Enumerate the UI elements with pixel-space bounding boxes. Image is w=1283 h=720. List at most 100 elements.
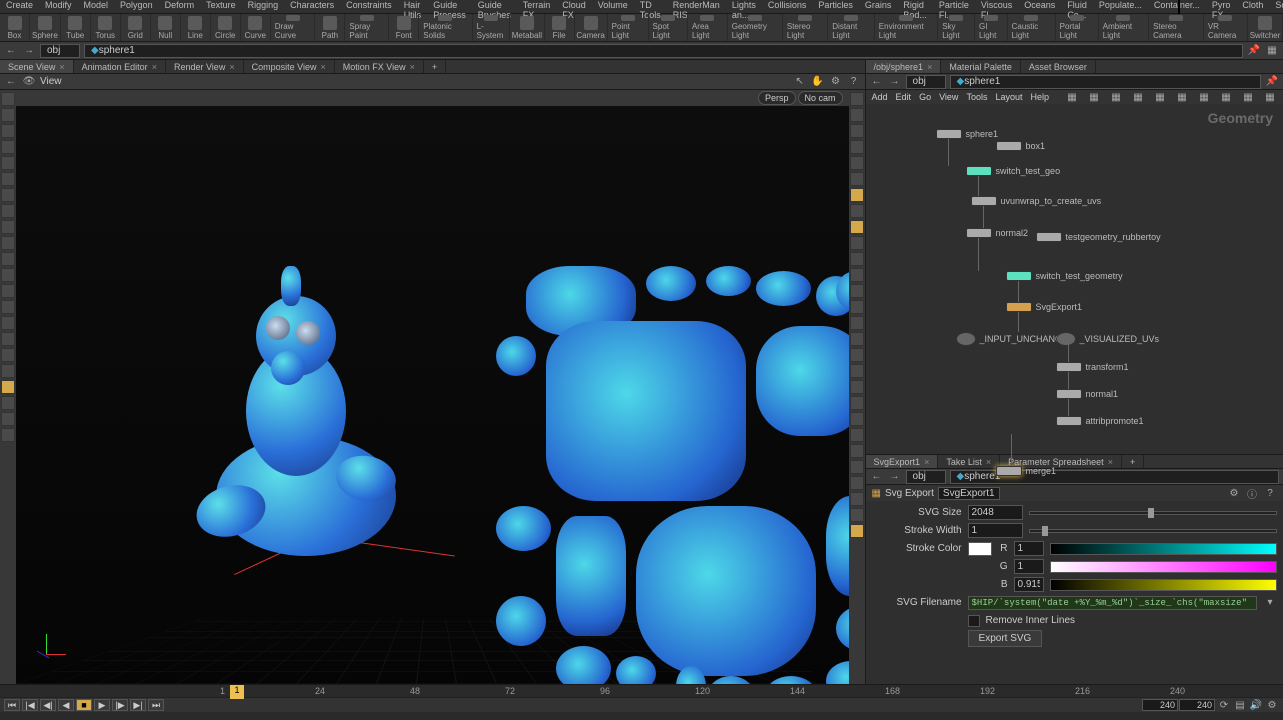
- shelf-circle[interactable]: Circle: [211, 14, 241, 41]
- export-button[interactable]: Export SVG: [968, 630, 1043, 647]
- tab-animationeditor[interactable]: Animation Editor×: [74, 60, 166, 73]
- shelf-platonicsolids[interactable]: Platonic Solids: [419, 14, 472, 41]
- filename-input[interactable]: $HIP/`system("date +%Y_%m_%d")`_size_`ch…: [968, 596, 1257, 610]
- info-icon[interactable]: ⓘ: [1245, 486, 1259, 500]
- menu-texture[interactable]: Texture: [200, 0, 242, 13]
- netico-7[interactable]: ▦: [1219, 90, 1233, 104]
- menu-cloud fx[interactable]: Cloud FX: [556, 0, 592, 13]
- rtool-21[interactable]: [850, 428, 864, 442]
- shelf2-item[interactable]: Area Light: [688, 14, 728, 41]
- gear-icon[interactable]: ⚙: [1227, 486, 1241, 500]
- ltool-2[interactable]: [1, 124, 15, 138]
- rtool-2[interactable]: [850, 124, 864, 138]
- shelf2-item[interactable]: Point Light: [608, 14, 649, 41]
- ltool-16[interactable]: [1, 348, 15, 362]
- shelf-curve[interactable]: Curve: [241, 14, 271, 41]
- fw3[interactable]: →: [888, 470, 902, 484]
- menu-hair utils[interactable]: Hair Utils: [398, 0, 428, 13]
- ltool-19[interactable]: [1, 396, 15, 410]
- shelf-tube[interactable]: Tube: [61, 14, 91, 41]
- removeinner-checkbox[interactable]: [968, 615, 980, 627]
- netmenu-add[interactable]: Add: [872, 92, 888, 102]
- tab-add[interactable]: +: [424, 60, 446, 73]
- pin2-icon[interactable]: 📌: [1265, 75, 1279, 89]
- shelf2-item[interactable]: Distant Light: [828, 14, 875, 41]
- rtool-19[interactable]: [850, 396, 864, 410]
- net-ctx[interactable]: obj: [906, 75, 946, 89]
- pin-icon[interactable]: 📌: [1247, 44, 1261, 58]
- ptab-1[interactable]: Take List×: [938, 455, 1000, 468]
- node-normal1[interactable]: normal1: [1056, 389, 1119, 399]
- shelf-metaball[interactable]: Metaball: [510, 14, 545, 41]
- fwd-icon[interactable]: →: [22, 44, 36, 58]
- shelf2-item[interactable]: Stereo Light: [783, 14, 828, 41]
- ltool-10[interactable]: [1, 252, 15, 266]
- shelf-spraypaint[interactable]: Spray Paint: [345, 14, 389, 41]
- rtool-5[interactable]: [850, 172, 864, 186]
- path-context[interactable]: obj: [40, 44, 80, 58]
- ptab-add[interactable]: +: [1122, 455, 1144, 468]
- ltool-6[interactable]: [1, 188, 15, 202]
- node-merge[interactable]: merge1: [996, 466, 1057, 476]
- menu2-item[interactable]: Particle Fl...: [933, 0, 975, 13]
- back-icon[interactable]: ←: [4, 44, 18, 58]
- rtool-15[interactable]: [850, 332, 864, 346]
- netico-2[interactable]: ▦: [1109, 90, 1123, 104]
- ltool-1[interactable]: [1, 108, 15, 122]
- node-testgeom[interactable]: testgeometry_rubbertoy: [1036, 232, 1161, 242]
- persp-pill[interactable]: Persp: [758, 91, 796, 105]
- shelf-null[interactable]: Null: [151, 14, 181, 41]
- first-button[interactable]: ⏮: [4, 699, 20, 711]
- menu-create[interactable]: Create: [0, 0, 39, 13]
- shelf2-item[interactable]: Stereo Camera: [1149, 14, 1204, 41]
- menu2-item[interactable]: Solid: [1269, 0, 1283, 13]
- menu2-item[interactable]: Container...: [1148, 0, 1206, 13]
- rtool-7[interactable]: [850, 204, 864, 218]
- menu-guide brushes[interactable]: Guide Brushes: [472, 0, 517, 13]
- g-grad[interactable]: [1050, 561, 1277, 573]
- color-swatch[interactable]: [968, 542, 992, 556]
- menu2-item[interactable]: Grains: [859, 0, 898, 13]
- ltool-14[interactable]: [1, 316, 15, 330]
- rtool-12[interactable]: [850, 284, 864, 298]
- netmenu-edit[interactable]: Edit: [896, 92, 912, 102]
- prev-button[interactable]: ◀|: [40, 699, 56, 711]
- ltool-11[interactable]: [1, 268, 15, 282]
- network-canvas[interactable]: Geometry sphere1box1switch_test_geouvunw…: [866, 104, 1283, 454]
- menu-td tools[interactable]: TD Tools: [634, 0, 667, 13]
- strokewidth-slider[interactable]: [1029, 529, 1277, 533]
- menu-modify[interactable]: Modify: [39, 0, 78, 13]
- netico-0[interactable]: ▦: [1065, 90, 1079, 104]
- netico-3[interactable]: ▦: [1131, 90, 1145, 104]
- menu-model[interactable]: Model: [78, 0, 115, 13]
- netico-6[interactable]: ▦: [1197, 90, 1211, 104]
- shelf-font[interactable]: Font: [389, 14, 419, 41]
- rtool-18[interactable]: [850, 380, 864, 394]
- ltool-9[interactable]: [1, 236, 15, 250]
- node-attrib[interactable]: attribpromote1: [1056, 416, 1144, 426]
- shelf2-item[interactable]: Geometry Light: [728, 14, 783, 41]
- menu2-item[interactable]: Particles: [812, 0, 859, 13]
- netico-9[interactable]: ▦: [1263, 90, 1277, 104]
- ltool-3[interactable]: [1, 140, 15, 154]
- menu2-item[interactable]: Rigid Bod...: [897, 0, 933, 13]
- netmenu-help[interactable]: Help: [1030, 92, 1049, 102]
- nettab-1[interactable]: Material Palette: [941, 60, 1021, 73]
- r-grad[interactable]: [1050, 543, 1277, 555]
- last-button[interactable]: ⏭: [148, 699, 164, 711]
- menu2-item[interactable]: Fluid Co...: [1061, 0, 1093, 13]
- ltool-18[interactable]: [1, 380, 15, 394]
- shelf-grid[interactable]: Grid: [121, 14, 151, 41]
- rtool-25[interactable]: [850, 492, 864, 506]
- viewport[interactable]: Persp No cam: [16, 90, 849, 684]
- b-input[interactable]: [1014, 577, 1044, 592]
- netmenu-tools[interactable]: Tools: [966, 92, 987, 102]
- play-button[interactable]: ▶: [94, 699, 110, 711]
- node-name[interactable]: SvgExport1: [938, 487, 1000, 500]
- help2-icon[interactable]: ?: [1263, 486, 1277, 500]
- ltool-4[interactable]: [1, 156, 15, 170]
- stop-button[interactable]: ■: [76, 699, 92, 711]
- shelf2-item[interactable]: VR Camera: [1204, 14, 1248, 41]
- rev-button[interactable]: ◀: [58, 699, 74, 711]
- netico-5[interactable]: ▦: [1175, 90, 1189, 104]
